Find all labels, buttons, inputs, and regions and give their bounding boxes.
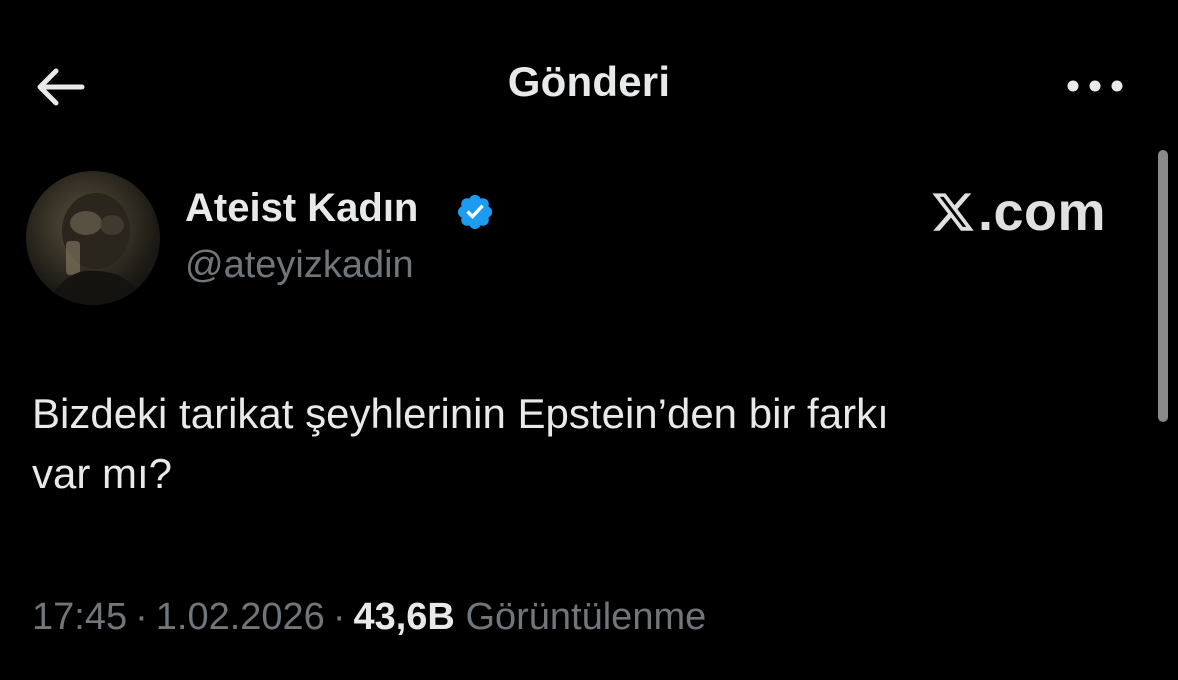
verified-badge-icon — [455, 192, 495, 232]
avatar[interactable] — [26, 171, 160, 305]
meta-separator: · — [135, 596, 148, 638]
page-title: Gönderi — [507, 58, 671, 105]
tweet-text-line-2: var mı? — [32, 450, 173, 497]
tweet-date[interactable]: 1.02.2026 — [156, 596, 325, 638]
author-handle[interactable]: @ateyizkadin — [185, 244, 414, 287]
views-count[interactable]: 43,6B — [353, 596, 454, 638]
meta-separator: · — [332, 596, 346, 638]
tweet-text-line-1: Bizdeki tarikat şeyhlerinin Epstein’den … — [32, 390, 889, 437]
tweet-metadata: 17:45 · 1.02.2026 · 43,6B Görüntülenme — [32, 596, 706, 639]
author-name[interactable]: Ateist Kadın — [185, 186, 418, 231]
avatar-photo — [46, 193, 146, 305]
x-logo-icon — [932, 193, 974, 231]
scrollbar[interactable] — [1158, 150, 1168, 422]
tweet-time[interactable]: 17:45 — [32, 596, 127, 638]
views-label: Görüntülenme — [465, 596, 707, 638]
ellipsis-horizontal-icon — [1067, 80, 1123, 92]
top-bar: Gönderi — [0, 0, 1178, 175]
x-com-watermark: .com — [930, 182, 1106, 242]
watermark-text: .com — [978, 182, 1107, 242]
more-options-button[interactable] — [1062, 66, 1128, 106]
tweet-text: Bizdeki tarikat şeyhlerinin Epstein’den … — [32, 384, 1112, 504]
